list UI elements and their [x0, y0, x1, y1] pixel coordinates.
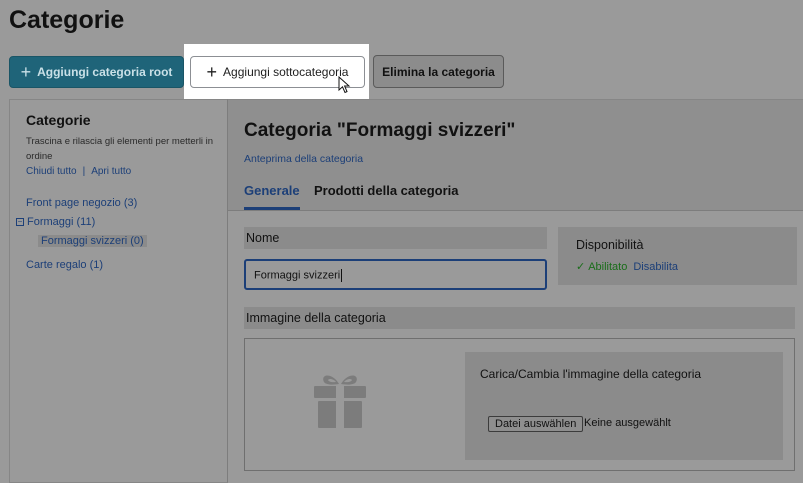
- tree-item-formaggi[interactable]: − Formaggi (11): [16, 216, 95, 228]
- gift-icon: [314, 375, 366, 428]
- tree-controls: Chiudi tutto | Apri tutto: [26, 166, 131, 177]
- name-input-value: Formaggi svizzeri: [254, 269, 341, 282]
- add-subcategory-label: Aggiungi sottocategoria: [223, 65, 349, 79]
- plus-icon: +: [20, 62, 32, 82]
- choose-file-button[interactable]: Datei auswählen: [488, 416, 584, 432]
- add-root-category-button[interactable]: + Aggiungi categoria root: [9, 56, 184, 88]
- tree-item-label: Formaggi (11): [27, 216, 96, 228]
- category-header: Categoria "Formaggi svizzeri" Anteprima …: [228, 100, 803, 211]
- tree-item-front-page[interactable]: Front page negozio (3): [26, 197, 137, 209]
- add-root-category-label: Aggiungi categoria root: [37, 65, 173, 79]
- tab-category-products[interactable]: Prodotti della categoria: [314, 183, 458, 207]
- name-field-label: Nome: [244, 227, 547, 249]
- image-panel: Carica/Cambia l'immagine della categoria…: [244, 338, 795, 471]
- checkmark-icon: ✓: [576, 261, 586, 273]
- availability-box: Disponibilità ✓ Abilitato Disabilita: [558, 227, 797, 285]
- link-separator: |: [82, 166, 86, 177]
- tree-item-carte-regalo[interactable]: Carte regalo (1): [26, 259, 103, 271]
- delete-category-button[interactable]: Elimina la categoria: [373, 55, 504, 88]
- image-section-label: Immagine della categoria: [244, 307, 795, 329]
- upload-instructions: Carica/Cambia l'immagine della categoria: [480, 367, 702, 381]
- mouse-cursor-icon: [338, 76, 351, 94]
- preview-category-link[interactable]: Anteprima della categoria: [244, 153, 363, 165]
- tab-general[interactable]: Generale: [244, 183, 300, 210]
- sidebar-title: Categorie: [26, 112, 91, 128]
- collapse-toggle-icon[interactable]: −: [16, 218, 24, 227]
- image-upload-box: Carica/Cambia l'immagine della categoria…: [465, 352, 783, 460]
- no-file-selected-text: Keine ausgewählt: [584, 417, 671, 429]
- category-title: Categoria "Formaggi svizzeri": [244, 120, 516, 141]
- category-name-input[interactable]: Formaggi svizzeri: [244, 259, 547, 290]
- page-title: Categorie: [9, 6, 125, 34]
- expand-all-link[interactable]: Apri tutto: [91, 166, 131, 177]
- availability-status: ✓ Abilitato Disabilita: [576, 260, 678, 273]
- enabled-status: Abilitato: [588, 261, 628, 273]
- collapse-all-link[interactable]: Chiudi tutto: [26, 166, 77, 177]
- category-editor: Categoria "Formaggi svizzeri" Anteprima …: [228, 99, 803, 483]
- tree-item-formaggi-svizzeri[interactable]: Formaggi svizzeri (0): [38, 235, 147, 247]
- text-caret: [341, 269, 343, 282]
- plus-icon: +: [206, 62, 218, 82]
- disable-link[interactable]: Disabilita: [633, 261, 678, 273]
- category-sidebar: Categorie Trascina e rilascia gli elemen…: [9, 99, 228, 483]
- availability-title: Disponibilità: [576, 238, 644, 252]
- sidebar-hint: Trascina e rilascia gli elementi per met…: [26, 136, 214, 162]
